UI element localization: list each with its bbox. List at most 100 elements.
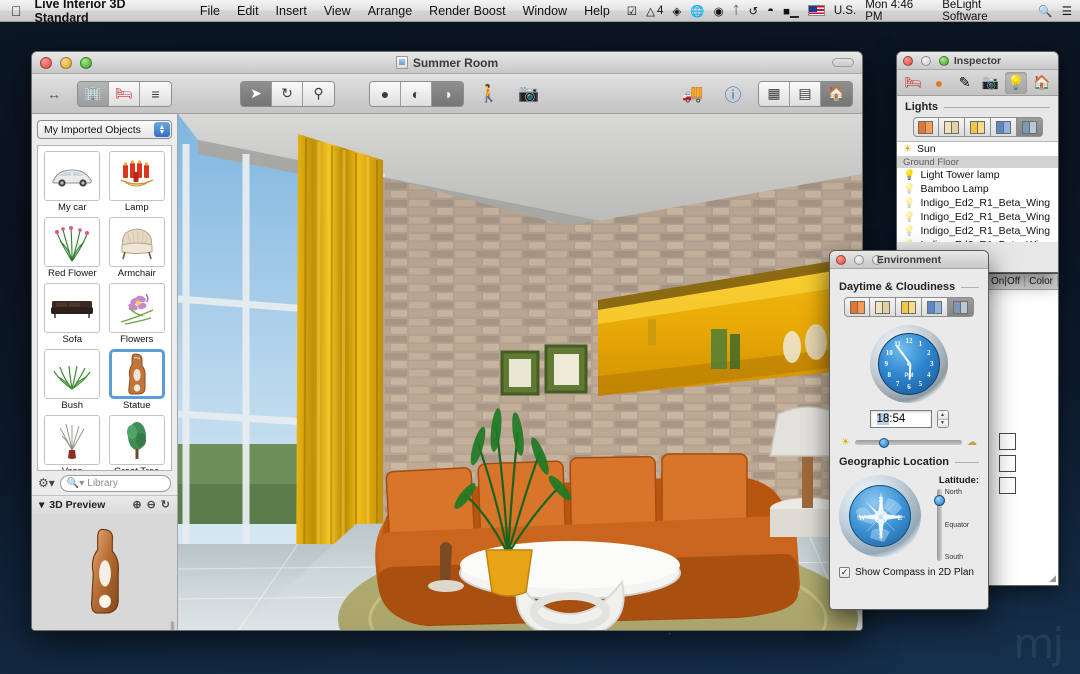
window-cream-icon[interactable]: [938, 117, 965, 137]
furniture-icon[interactable]: 🛏: [902, 72, 925, 94]
menu-file[interactable]: File: [200, 4, 220, 18]
house-3d-icon[interactable]: 🏠: [821, 81, 852, 106]
latitude-knob[interactable]: [933, 495, 945, 507]
preview-3d-canvas[interactable]: |||: [32, 513, 177, 630]
viewport-3d[interactable]: [178, 114, 862, 630]
input-source-label[interactable]: U.S.: [834, 5, 856, 17]
menu-arrange[interactable]: Arrange: [368, 4, 412, 18]
list-item[interactable]: ☀ Sun: [897, 142, 1058, 156]
menubar-clock[interactable]: Mon 4:46 PM: [865, 0, 933, 23]
close-button[interactable]: [40, 56, 52, 69]
gear-icon[interactable]: ⚙▾: [38, 476, 55, 490]
zoom-button[interactable]: [872, 254, 882, 265]
time-stepper[interactable]: ▲ ▼: [936, 410, 949, 428]
environment-titlebar[interactable]: Environment: [830, 251, 988, 269]
window-clock-icon[interactable]: [1016, 117, 1043, 137]
compass-rose[interactable]: N S W E: [839, 475, 921, 557]
text-expander-icon[interactable]: △ 4: [646, 4, 663, 18]
bluetooth-icon[interactable]: ᛏ: [733, 5, 740, 17]
color-swatch[interactable]: [999, 432, 1017, 450]
minimize-button[interactable]: [921, 55, 931, 66]
window-cream-icon[interactable]: [870, 297, 896, 317]
library-item-armchair[interactable]: Armchair: [106, 217, 169, 282]
plan-only-icon[interactable]: ▦: [759, 81, 790, 106]
menu-render-boost[interactable]: Render Boost: [429, 4, 505, 18]
clock-widget[interactable]: 12 1 2 3 4 5 6 7 8 9 10 11 PM: [839, 325, 979, 403]
list-item[interactable]: 💡 Light Tower lamp: [897, 168, 1058, 182]
battery-icon[interactable]: ■▁: [783, 4, 799, 18]
arrow-cursor-icon[interactable]: ➤: [241, 81, 272, 106]
analog-clock[interactable]: 12 1 2 3 4 5 6 7 8 9 10 11 PM: [870, 325, 948, 403]
library-item-vase[interactable]: Vase: [41, 415, 104, 470]
solid-sphere-icon[interactable]: ●: [370, 81, 401, 106]
lightbulb-icon[interactable]: 💡: [1004, 71, 1028, 94]
menu-help[interactable]: Help: [584, 4, 610, 18]
inspector-titlebar[interactable]: Inspector: [897, 52, 1058, 70]
render-mode-segmented[interactable]: ● ◐ ◑: [369, 80, 464, 107]
list-icon[interactable]: ≡: [140, 81, 171, 106]
us-flag-icon[interactable]: [807, 5, 825, 16]
chevron-updown-icon[interactable]: ▲ ▼: [154, 122, 170, 137]
library-item-flowers[interactable]: Flowers: [106, 283, 169, 348]
edit-pencil-icon[interactable]: ✎: [953, 72, 976, 94]
time-input[interactable]: 18:54: [869, 410, 932, 428]
library-item-my-car[interactable]: My car: [41, 151, 104, 216]
close-button[interactable]: [903, 55, 913, 66]
library-category-select[interactable]: My Imported Objects ▲ ▼: [37, 120, 172, 139]
window-yellow-icon[interactable]: [896, 297, 922, 317]
lights-list[interactable]: ☀ Sun Ground Floor 💡 Light Tower lamp 💡 …: [897, 141, 1058, 242]
bulb-on-icon[interactable]: 💡: [903, 170, 915, 181]
triangle-down-icon[interactable]: ▾: [39, 499, 44, 511]
zoom-button[interactable]: [80, 56, 92, 69]
dropbox-icon[interactable]: ◈: [672, 4, 681, 18]
camera-icon[interactable]: 📷: [514, 80, 544, 108]
textured-sphere-icon[interactable]: ◑: [432, 81, 463, 106]
window-titlebar[interactable]: Summer Room: [32, 52, 862, 74]
close-button[interactable]: [836, 254, 846, 265]
window-orange-icon[interactable]: [844, 297, 870, 317]
color-swatch[interactable]: [999, 476, 1017, 494]
list-item[interactable]: 💡 Indigo_Ed2_R1_Beta_Wing: [897, 210, 1058, 224]
bulb-off-icon[interactable]: 💡: [903, 240, 915, 243]
menu-edit[interactable]: Edit: [237, 4, 259, 18]
window-blue-icon[interactable]: [922, 297, 948, 317]
menubar-username[interactable]: BeLight Software: [942, 0, 1029, 23]
menu-view[interactable]: View: [324, 4, 351, 18]
resize-grip-icon[interactable]: ◢: [1049, 573, 1056, 584]
minimize-button[interactable]: [60, 56, 72, 69]
library-item-bush[interactable]: Bush: [41, 349, 104, 414]
timemachine-icon[interactable]: ↺: [749, 4, 759, 18]
time-minute[interactable]: 54: [893, 413, 906, 425]
latitude-slider[interactable]: [933, 489, 945, 561]
library-item-lamp[interactable]: Lamp: [106, 151, 169, 216]
list-item[interactable]: 💡 Indigo_Ed2_R1_Beta_Wing: [897, 238, 1058, 242]
horizontal-arrows-icon[interactable]: ↔: [41, 86, 67, 102]
delivery-truck-icon[interactable]: 🚚: [678, 80, 708, 108]
bulb-off-icon[interactable]: 💡: [903, 212, 915, 223]
bulb-off-icon[interactable]: 💡: [903, 226, 915, 237]
zoom-out-icon[interactable]: ⊖: [147, 498, 156, 511]
list-item[interactable]: 💡 Bamboo Lamp: [897, 182, 1058, 196]
info-icon[interactable]: ⓘ: [718, 80, 748, 108]
library-item-statue[interactable]: Statue: [106, 349, 169, 414]
window-yellow-icon[interactable]: [964, 117, 991, 137]
library-item-sofa[interactable]: Sofa: [41, 283, 104, 348]
cloudiness-slider[interactable]: [854, 437, 962, 448]
list-item[interactable]: 💡 Indigo_Ed2_R1_Beta_Wing: [897, 196, 1058, 210]
library-item-red-flower[interactable]: Red Flower: [41, 217, 104, 282]
measure-icon[interactable]: ⚲: [303, 81, 334, 106]
minimize-button[interactable]: [854, 254, 864, 265]
resize-grip-icon[interactable]: |||: [170, 620, 175, 630]
tool-segmented[interactable]: ➤ ↻ ⚲: [240, 80, 335, 107]
eject-disc-icon[interactable]: ◉: [714, 4, 724, 18]
checkbox-checked-icon[interactable]: ✓: [839, 567, 850, 578]
walkthrough-icon[interactable]: 🚶: [474, 80, 504, 108]
rotate-icon[interactable]: ↻: [272, 81, 303, 106]
shaded-sphere-icon[interactable]: ◐: [401, 81, 432, 106]
wifi-icon[interactable]: ◓: [767, 5, 774, 17]
zoom-button[interactable]: [939, 55, 949, 66]
apple-logo-icon[interactable]: : [11, 4, 22, 18]
library-grid[interactable]: My car Lamp Red Flower Armchair Sofa Flo…: [37, 145, 172, 471]
sofa-icon[interactable]: 🛏: [109, 81, 140, 106]
search-input[interactable]: 🔍▾ Library: [59, 474, 171, 492]
